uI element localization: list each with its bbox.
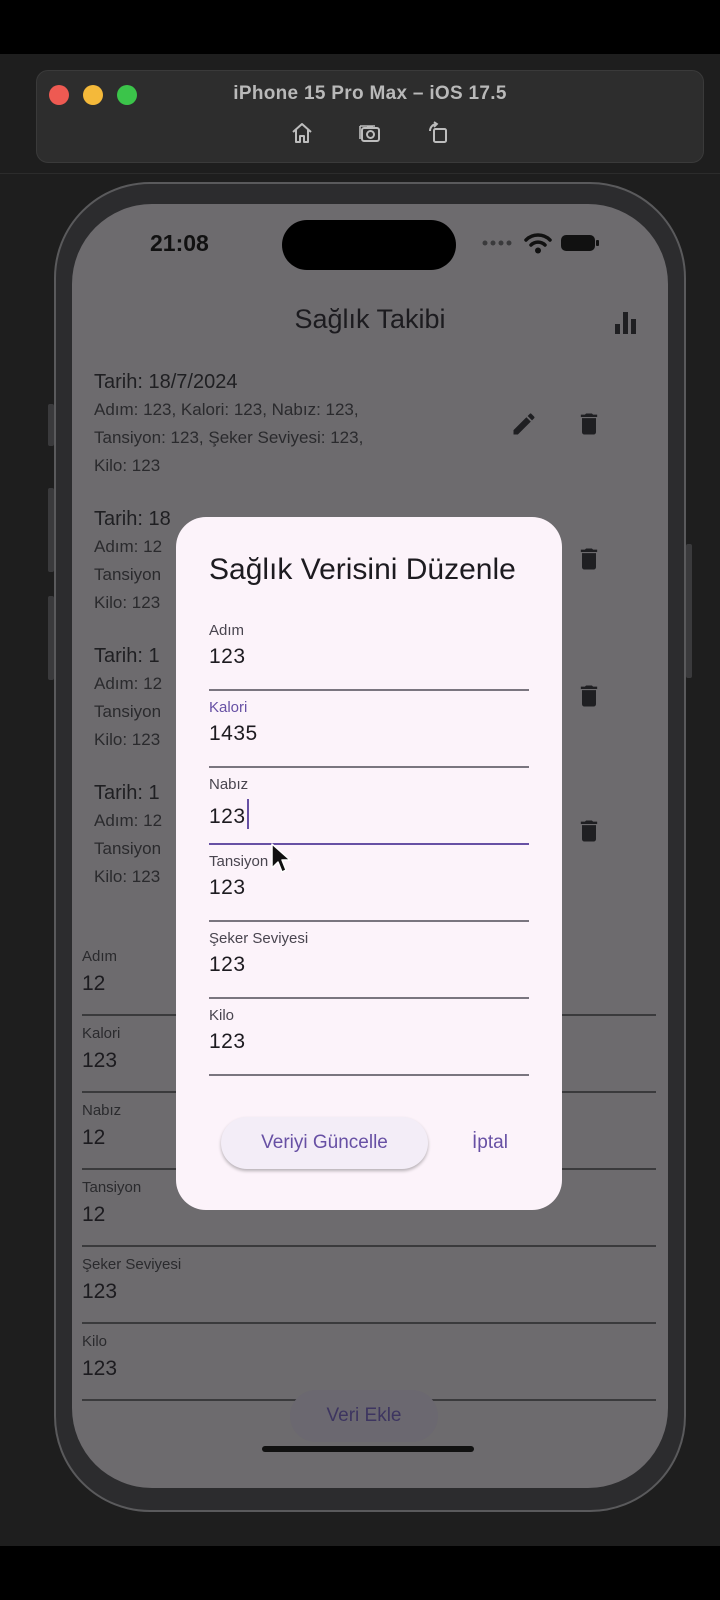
field-label: Kilo: [82, 1333, 108, 1350]
home-icon[interactable]: [290, 121, 314, 145]
field-value: 1435: [209, 722, 258, 745]
field-label: Şeker Seviyesi: [82, 1256, 182, 1273]
action-button: [48, 404, 54, 446]
status-time: 21:08: [150, 230, 209, 256]
side-button: [686, 544, 692, 678]
field-label: Adım: [209, 622, 245, 639]
field-value: 123: [209, 953, 246, 976]
field-value: 123: [209, 805, 246, 828]
list-item[interactable]: Tarih: 18/7/2024 Adım: 123, Kalori: 123,…: [94, 368, 654, 480]
field-value: 123: [209, 645, 246, 668]
delete-icon[interactable]: [575, 545, 603, 573]
text-caret: [246, 799, 249, 829]
update-data-button[interactable]: Veriyi Güncelle: [221, 1117, 428, 1169]
entry-line: Kilo: 123: [94, 456, 161, 475]
field-value: 123: [82, 1357, 118, 1380]
field-value: 12: [82, 972, 106, 995]
field-label: Şeker Seviyesi: [209, 930, 309, 947]
field-label: Kalori: [82, 1025, 121, 1042]
entry-date: Tarih: 18/7/2024: [94, 371, 238, 393]
delete-icon[interactable]: [575, 410, 603, 438]
field-value: 12: [82, 1126, 106, 1149]
simulator-toolbar: [37, 121, 703, 145]
top-letterbox: [0, 0, 720, 54]
field-label: Tansiyon: [209, 853, 269, 870]
entry-line: Adım: 123, Kalori: 123, Nabız: 123,: [94, 400, 359, 419]
simulator-separator: [0, 173, 720, 174]
edit-dialog: Sağlık Verisini Düzenle Adım 123 Kalori …: [176, 517, 562, 1210]
calories-field[interactable]: Kalori 1435: [209, 691, 529, 768]
simulator-title-bar: iPhone 15 Pro Max – iOS 17.5: [36, 70, 704, 163]
add-data-button[interactable]: Veri Ekle: [290, 1390, 438, 1442]
delete-icon[interactable]: [575, 817, 603, 845]
bottom-letterbox: [0, 1546, 720, 1600]
steps-field[interactable]: Adım 123: [209, 614, 529, 691]
cancel-button[interactable]: İptal: [448, 1117, 532, 1169]
field-label: Nabız: [82, 1102, 122, 1119]
volume-up-button: [48, 488, 54, 572]
field-value: 123: [82, 1280, 118, 1303]
mouse-pointer-icon: [271, 843, 291, 873]
field-label: Kalori: [209, 699, 248, 716]
screenshot-icon[interactable]: [358, 121, 382, 145]
field-value-wrapper: 123: [209, 799, 249, 829]
field-label: Nabız: [209, 776, 249, 793]
rotate-icon[interactable]: [426, 121, 450, 145]
sugar-level-field[interactable]: Şeker Seviyesi 123: [209, 922, 529, 999]
bar-chart-icon[interactable]: [612, 308, 640, 336]
signal-icon: [482, 240, 512, 246]
weight-field[interactable]: Kilo 123: [209, 999, 529, 1076]
field-value: 123: [209, 1030, 246, 1053]
status-icons: [482, 232, 600, 254]
field-label: Tansiyon: [82, 1179, 142, 1196]
add-form-field[interactable]: Şeker Seviyesi 123: [82, 1247, 656, 1324]
battery-icon: [561, 235, 599, 251]
field-value: 123: [209, 876, 246, 899]
field-value: 12: [82, 1203, 106, 1226]
entry-line: Tansiyon: 123, Şeker Seviyesi: 123,: [94, 428, 364, 447]
dynamic-island: [282, 220, 456, 270]
pulse-field[interactable]: Nabız 123: [209, 768, 529, 845]
simulator-title: iPhone 15 Pro Max – iOS 17.5: [233, 83, 507, 104]
home-indicator: [262, 1446, 474, 1452]
edit-icon[interactable]: [510, 410, 538, 438]
field-label: Kilo: [209, 1007, 235, 1024]
delete-icon[interactable]: [575, 682, 603, 710]
app-title: Sağlık Takibi: [294, 304, 446, 334]
wifi-icon: [524, 233, 552, 254]
field-value: 123: [82, 1049, 118, 1072]
dialog-title: Sağlık Verisini Düzenle: [209, 553, 516, 586]
blood-pressure-field[interactable]: Tansiyon 123: [209, 845, 529, 922]
volume-down-button: [48, 596, 54, 680]
field-label: Adım: [82, 948, 118, 965]
